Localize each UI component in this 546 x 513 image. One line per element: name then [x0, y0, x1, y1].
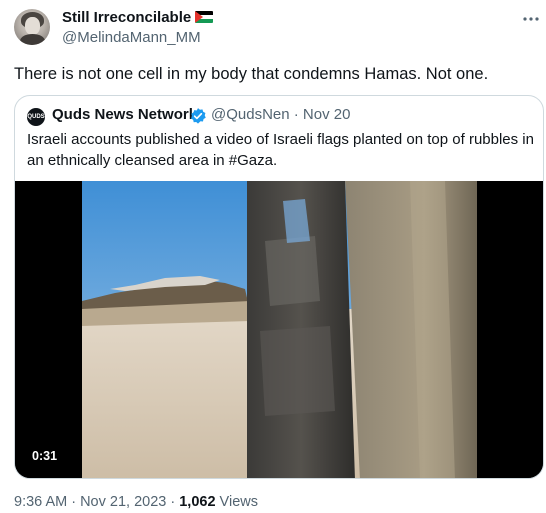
- views-label: Views: [215, 494, 258, 510]
- verified-badge-icon: [190, 108, 206, 124]
- palestine-flag-icon: [195, 11, 214, 23]
- quoted-display-name[interactable]: Quds News Network: [52, 106, 197, 123]
- author-avatar[interactable]: [14, 9, 50, 45]
- avatar-face: [25, 17, 40, 35]
- author-display-name[interactable]: Still Irreconcilable: [62, 9, 214, 26]
- tweet-meta: 9:36 AM · Nov 21, 2023 · 1,062 Views: [14, 494, 258, 510]
- author-handle[interactable]: @MelindaMann_MM: [62, 29, 201, 46]
- video-duration: 0:31: [25, 445, 65, 467]
- tweet-text: There is not one cell in my body that co…: [14, 65, 489, 83]
- ellipsis-icon: [523, 17, 539, 21]
- video-player[interactable]: 0:31: [15, 181, 543, 478]
- quoted-text: Israeli accounts published a video of Is…: [27, 131, 534, 169]
- video-thumbnail: [15, 181, 543, 478]
- timestamp[interactable]: 9:36 AM · Nov 21, 2023 ·: [14, 494, 179, 510]
- quoted-avatar[interactable]: QUDS: [27, 108, 45, 126]
- author-name-text: Still Irreconcilable: [62, 9, 192, 26]
- more-options-icon[interactable]: [521, 9, 541, 29]
- views-count: 1,062: [179, 494, 216, 510]
- avatar-body: [20, 34, 45, 45]
- quoted-handle-date[interactable]: @QudsNen · Nov 20: [211, 106, 350, 123]
- tweet[interactable]: Still Irreconcilable @MelindaMann_MM The…: [0, 0, 546, 513]
- quoted-tweet[interactable]: QUDS Quds News Network @QudsNen · Nov 20…: [14, 95, 544, 479]
